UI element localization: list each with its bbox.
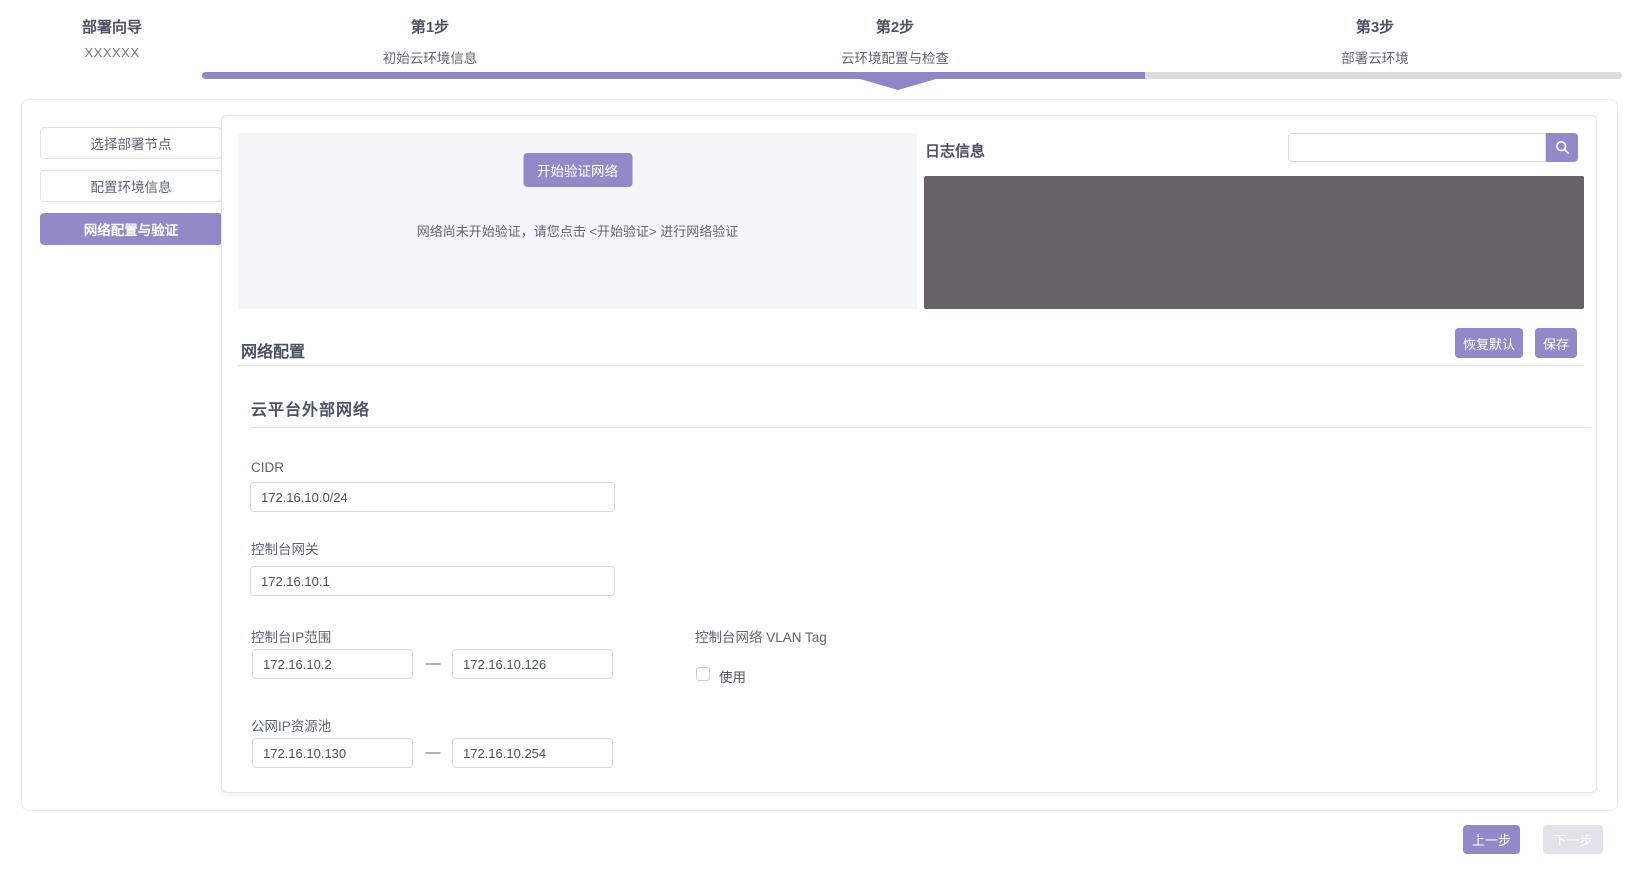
log-output-area [924,176,1584,309]
vlan-tag-label: 控制台网络 VLAN Tag [695,626,827,646]
deployment-wizard-page: 部署向导 XXXXXX 第1步 初始云环境信息 第2步 云环境配置与检查 第3步… [0,0,1638,883]
log-search-input[interactable] [1288,133,1546,162]
magnifier-icon [1555,140,1570,155]
vlan-use-label: 使用 [719,666,746,686]
save-button[interactable]: 保存 [1535,328,1577,358]
range-separator: — [418,744,448,761]
wizard-step-1: 第1步 初始云环境信息 [320,16,540,67]
step-label: 部署云环境 [1265,47,1485,67]
console-ip-range-label: 控制台IP范围 [251,626,331,646]
console-gateway-label: 控制台网关 [251,538,319,558]
cidr-label: CIDR [251,460,284,475]
public-ip-pool-end-input[interactable] [452,738,613,768]
section-underline [251,427,1591,428]
public-ip-pool-start-input[interactable] [252,738,413,768]
range-separator: — [418,655,448,672]
network-validation-box: 开始验证网络 网络尚未开始验证，请您点击 <开始验证> 进行网络验证 [238,133,917,309]
progress-bar-completed [202,72,1145,79]
sidebar-item-label: 配置环境信息 [91,176,172,196]
console-gateway-input[interactable] [250,566,615,596]
wizard-subtitle: XXXXXX [32,45,192,60]
network-config-title: 网络配置 [241,338,305,362]
log-section-title: 日志信息 [925,140,985,161]
step-label: 云环境配置与检查 [785,47,1005,67]
console-ip-range-end-input[interactable] [452,649,613,679]
sidebar-item-label: 网络配置与验证 [84,219,179,239]
log-search-button[interactable] [1546,133,1578,162]
progress-bar-remaining [1145,72,1622,79]
sidebar-item-configure-env-info[interactable]: 配置环境信息 [40,170,222,202]
step-number: 第3步 [1265,16,1485,37]
wizard-brand: 部署向导 XXXXXX [32,16,192,60]
divider [238,365,1584,366]
vlan-use-checkbox[interactable] [696,667,710,681]
wizard-step-2: 第2步 云环境配置与检查 [785,16,1005,67]
wizard-step-3: 第3步 部署云环境 [1265,16,1485,67]
cidr-input[interactable] [250,482,615,512]
current-step-pointer-icon [860,79,936,90]
section-title-external-network: 云平台外部网络 [251,396,370,420]
public-ip-pool-label: 公网IP资源池 [251,715,331,735]
wizard-title: 部署向导 [32,16,192,37]
next-step-button[interactable]: 下一步 [1543,825,1603,854]
previous-step-button[interactable]: 上一步 [1463,825,1520,854]
sidebar-item-label: 选择部署节点 [91,133,172,153]
console-ip-range-start-input[interactable] [252,649,413,679]
step-number: 第2步 [785,16,1005,37]
validation-status-message: 网络尚未开始验证，请您点击 <开始验证> 进行网络验证 [417,221,738,240]
start-validation-button[interactable]: 开始验证网络 [523,153,632,187]
sidebar-item-network-config-validation[interactable]: 网络配置与验证 [40,213,222,245]
step-label: 初始云环境信息 [320,47,540,67]
sidebar-item-select-deploy-node[interactable]: 选择部署节点 [40,127,222,159]
step-number: 第1步 [320,16,540,37]
restore-defaults-button[interactable]: 恢复默认 [1455,328,1523,358]
